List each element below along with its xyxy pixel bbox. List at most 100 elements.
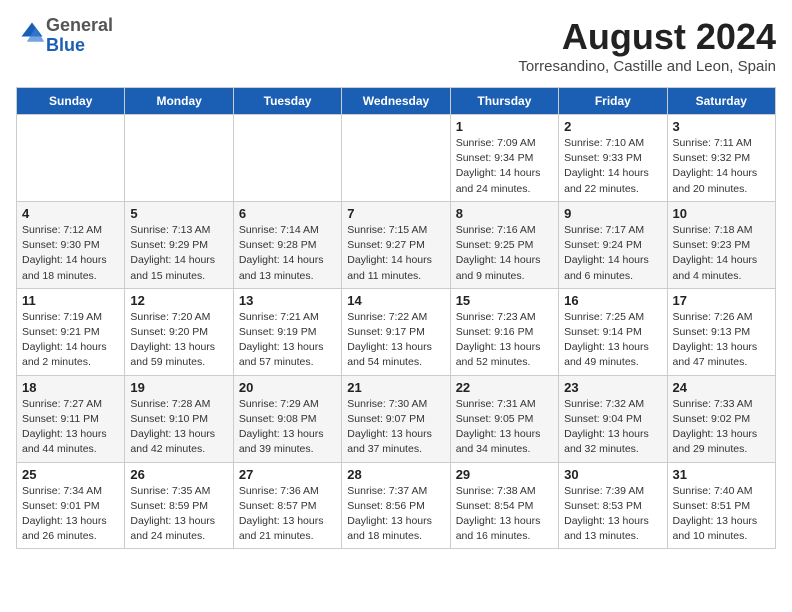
- day-info: Sunrise: 7:13 AM Sunset: 9:29 PM Dayligh…: [130, 223, 227, 284]
- month-title: August 2024: [518, 16, 776, 58]
- calendar-cell: 29 Sunrise: 7:38 AM Sunset: 8:54 PM Dayli…: [450, 462, 558, 549]
- weekday-header: Sunday: [17, 88, 125, 115]
- day-info: Sunrise: 7:30 AM Sunset: 9:07 PM Dayligh…: [347, 397, 444, 458]
- day-info: Sunrise: 7:19 AM Sunset: 9:21 PM Dayligh…: [22, 310, 119, 371]
- day-info: Sunrise: 7:23 AM Sunset: 9:16 PM Dayligh…: [456, 310, 553, 371]
- day-info: Sunrise: 7:29 AM Sunset: 9:08 PM Dayligh…: [239, 397, 336, 458]
- day-info: Sunrise: 7:14 AM Sunset: 9:28 PM Dayligh…: [239, 223, 336, 284]
- title-block: August 2024 Torresandino, Castille and L…: [518, 16, 776, 75]
- calendar-cell: 8Sunrise: 7:16 AM Sunset: 9:25 PM Daylig…: [450, 201, 558, 288]
- calendar-week-row: 25Sunrise: 7:34 AM Sunset: 9:01 PM Dayli…: [17, 462, 776, 549]
- calendar-cell: [233, 115, 341, 202]
- day-info: Sunrise: 7:10 AM Sunset: 9:33 PM Dayligh…: [564, 136, 661, 197]
- calendar-cell: [125, 115, 233, 202]
- day-info: Sunrise: 7:32 AM Sunset: 9:04 PM Dayligh…: [564, 397, 661, 458]
- day-number: 23: [564, 380, 661, 395]
- day-number: 5: [130, 206, 227, 221]
- day-number: 16: [564, 293, 661, 308]
- calendar-cell: 23 Sunrise: 7:32 AM Sunset: 9:04 PM Dayli…: [559, 375, 667, 462]
- calendar-cell: 20 Sunrise: 7:29 AM Sunset: 9:08 PM Dayli…: [233, 375, 341, 462]
- calendar-cell: 12Sunrise: 7:20 AM Sunset: 9:20 PM Dayli…: [125, 288, 233, 375]
- day-number: 3: [673, 119, 770, 134]
- day-number: 21: [347, 380, 444, 395]
- calendar-cell: 11 Sunrise: 7:19 AM Sunset: 9:21 PM Dayli…: [17, 288, 125, 375]
- day-info: Sunrise: 7:25 AM Sunset: 9:14 PM Dayligh…: [564, 310, 661, 371]
- day-info: Sunrise: 7:33 AM Sunset: 9:02 PM Dayligh…: [673, 397, 770, 458]
- page-header: General Blue August 2024 Torresandino, C…: [16, 16, 776, 75]
- logo-general: General: [46, 15, 113, 35]
- calendar-week-row: 4 Sunrise: 7:12 AM Sunset: 9:30 PM Daylig…: [17, 201, 776, 288]
- calendar-cell: 25Sunrise: 7:34 AM Sunset: 9:01 PM Dayli…: [17, 462, 125, 549]
- day-info: Sunrise: 7:36 AM Sunset: 8:57 PM Dayligh…: [239, 484, 336, 545]
- day-info: Sunrise: 7:09 AM Sunset: 9:34 PM Dayligh…: [456, 136, 553, 197]
- calendar-cell: 31 Sunrise: 7:40 AM Sunset: 8:51 PM Dayli…: [667, 462, 775, 549]
- day-number: 11: [22, 293, 119, 308]
- day-info: Sunrise: 7:12 AM Sunset: 9:30 PM Dayligh…: [22, 223, 119, 284]
- calendar-cell: 19 Sunrise: 7:28 AM Sunset: 9:10 PM Dayli…: [125, 375, 233, 462]
- day-info: Sunrise: 7:28 AM Sunset: 9:10 PM Dayligh…: [130, 397, 227, 458]
- day-info: Sunrise: 7:21 AM Sunset: 9:19 PM Dayligh…: [239, 310, 336, 371]
- day-number: 29: [456, 467, 553, 482]
- day-info: Sunrise: 7:16 AM Sunset: 9:25 PM Dayligh…: [456, 223, 553, 284]
- calendar-cell: [342, 115, 450, 202]
- weekday-header: Saturday: [667, 88, 775, 115]
- calendar-cell: 21 Sunrise: 7:30 AM Sunset: 9:07 PM Dayli…: [342, 375, 450, 462]
- weekday-header: Tuesday: [233, 88, 341, 115]
- calendar-week-row: 1Sunrise: 7:09 AM Sunset: 9:34 PM Daylig…: [17, 115, 776, 202]
- day-number: 2: [564, 119, 661, 134]
- day-info: Sunrise: 7:15 AM Sunset: 9:27 PM Dayligh…: [347, 223, 444, 284]
- day-info: Sunrise: 7:37 AM Sunset: 8:56 PM Dayligh…: [347, 484, 444, 545]
- location: Torresandino, Castille and Leon, Spain: [518, 58, 776, 75]
- calendar-cell: 30Sunrise: 7:39 AM Sunset: 8:53 PM Dayli…: [559, 462, 667, 549]
- day-number: 18: [22, 380, 119, 395]
- day-number: 14: [347, 293, 444, 308]
- weekday-header: Thursday: [450, 88, 558, 115]
- calendar-cell: 2 Sunrise: 7:10 AM Sunset: 9:33 PM Daylig…: [559, 115, 667, 202]
- logo: General Blue: [16, 16, 113, 56]
- weekday-header: Friday: [559, 88, 667, 115]
- day-number: 22: [456, 380, 553, 395]
- calendar-cell: 17Sunrise: 7:26 AM Sunset: 9:13 PM Dayli…: [667, 288, 775, 375]
- day-number: 26: [130, 467, 227, 482]
- calendar-cell: 14 Sunrise: 7:22 AM Sunset: 9:17 PM Dayli…: [342, 288, 450, 375]
- calendar-cell: 1Sunrise: 7:09 AM Sunset: 9:34 PM Daylig…: [450, 115, 558, 202]
- calendar-cell: 24Sunrise: 7:33 AM Sunset: 9:02 PM Dayli…: [667, 375, 775, 462]
- weekday-header: Monday: [125, 88, 233, 115]
- day-info: Sunrise: 7:38 AM Sunset: 8:54 PM Dayligh…: [456, 484, 553, 545]
- logo-icon: [18, 19, 46, 47]
- day-number: 4: [22, 206, 119, 221]
- calendar-cell: 18Sunrise: 7:27 AM Sunset: 9:11 PM Dayli…: [17, 375, 125, 462]
- calendar-cell: 15 Sunrise: 7:23 AM Sunset: 9:16 PM Dayli…: [450, 288, 558, 375]
- calendar-cell: 13 Sunrise: 7:21 AM Sunset: 9:19 PM Dayli…: [233, 288, 341, 375]
- day-number: 19: [130, 380, 227, 395]
- day-info: Sunrise: 7:40 AM Sunset: 8:51 PM Dayligh…: [673, 484, 770, 545]
- day-number: 15: [456, 293, 553, 308]
- calendar-cell: [17, 115, 125, 202]
- calendar-cell: 9Sunrise: 7:17 AM Sunset: 9:24 PM Daylig…: [559, 201, 667, 288]
- day-number: 13: [239, 293, 336, 308]
- calendar-week-row: 18Sunrise: 7:27 AM Sunset: 9:11 PM Dayli…: [17, 375, 776, 462]
- day-number: 7: [347, 206, 444, 221]
- day-info: Sunrise: 7:31 AM Sunset: 9:05 PM Dayligh…: [456, 397, 553, 458]
- day-number: 12: [130, 293, 227, 308]
- calendar-cell: 3 Sunrise: 7:11 AM Sunset: 9:32 PM Daylig…: [667, 115, 775, 202]
- day-number: 20: [239, 380, 336, 395]
- day-number: 31: [673, 467, 770, 482]
- day-number: 10: [673, 206, 770, 221]
- calendar-header-row: SundayMondayTuesdayWednesdayThursdayFrid…: [17, 88, 776, 115]
- day-number: 25: [22, 467, 119, 482]
- day-info: Sunrise: 7:11 AM Sunset: 9:32 PM Dayligh…: [673, 136, 770, 197]
- logo-text: General Blue: [46, 16, 113, 56]
- calendar-cell: 16 Sunrise: 7:25 AM Sunset: 9:14 PM Dayli…: [559, 288, 667, 375]
- calendar-cell: 6Sunrise: 7:14 AM Sunset: 9:28 PM Daylig…: [233, 201, 341, 288]
- calendar-cell: 22 Sunrise: 7:31 AM Sunset: 9:05 PM Dayli…: [450, 375, 558, 462]
- calendar-cell: 7 Sunrise: 7:15 AM Sunset: 9:27 PM Daylig…: [342, 201, 450, 288]
- day-number: 27: [239, 467, 336, 482]
- day-info: Sunrise: 7:39 AM Sunset: 8:53 PM Dayligh…: [564, 484, 661, 545]
- weekday-header: Wednesday: [342, 88, 450, 115]
- day-info: Sunrise: 7:26 AM Sunset: 9:13 PM Dayligh…: [673, 310, 770, 371]
- day-info: Sunrise: 7:35 AM Sunset: 8:59 PM Dayligh…: [130, 484, 227, 545]
- day-info: Sunrise: 7:22 AM Sunset: 9:17 PM Dayligh…: [347, 310, 444, 371]
- calendar-cell: 27 Sunrise: 7:36 AM Sunset: 8:57 PM Dayli…: [233, 462, 341, 549]
- calendar-cell: 5 Sunrise: 7:13 AM Sunset: 9:29 PM Daylig…: [125, 201, 233, 288]
